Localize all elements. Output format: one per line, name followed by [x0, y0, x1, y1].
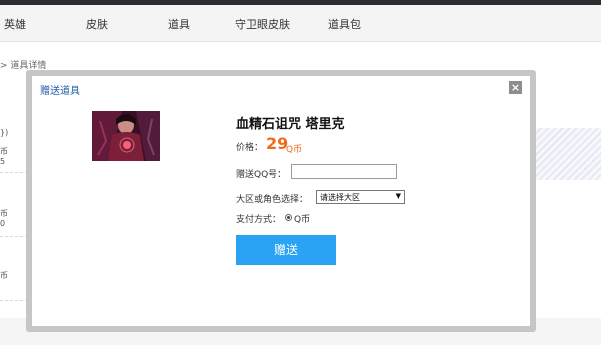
- price-value: 29: [266, 134, 289, 153]
- qq-label: 赠送QQ号：: [236, 170, 287, 180]
- item-portrait-art: [92, 111, 160, 161]
- bg-fragment: 币: [0, 271, 8, 280]
- radio-selected-icon[interactable]: [285, 214, 292, 221]
- top-nav: 英雄 皮肤 道具 守卫眼皮肤 道具包: [0, 5, 601, 42]
- chevron-down-icon: ▼: [395, 192, 401, 200]
- bg-fragment: }): [0, 128, 9, 137]
- qq-number-input[interactable]: [291, 164, 397, 179]
- bg-fragment: 币: [0, 147, 8, 156]
- close-icon[interactable]: ×: [509, 81, 522, 94]
- nav-item-bundles[interactable]: 道具包: [328, 16, 361, 32]
- price-unit: Q币: [286, 145, 303, 155]
- gift-button[interactable]: 赠送: [236, 235, 336, 265]
- gift-item-dialog: 赠送道具 × 血精石诅咒 塔里克 价格： 29 Q币 赠送QQ号： 大区或角色选…: [32, 76, 530, 326]
- dialog-title: 赠送道具: [40, 86, 80, 97]
- background-banner-art: [533, 128, 601, 180]
- item-image: [92, 111, 160, 161]
- bg-divider: [0, 236, 28, 237]
- bg-fragment: 5: [0, 157, 6, 166]
- nav-item-props[interactable]: 道具: [168, 16, 190, 32]
- nav-item-skins[interactable]: 皮肤: [86, 16, 108, 32]
- region-select[interactable]: 请选择大区 ▼: [316, 190, 405, 204]
- payment-option-label[interactable]: Q币: [294, 212, 310, 225]
- nav-item-ward-skins[interactable]: 守卫眼皮肤: [235, 16, 290, 32]
- region-selected-value: 请选择大区: [320, 193, 360, 202]
- bg-fragment: 币: [0, 209, 8, 218]
- region-label: 大区或角色选择：: [236, 195, 309, 205]
- bg-fragment: 0: [0, 219, 6, 228]
- payment-label: 支付方式：: [236, 215, 282, 225]
- bg-divider: [0, 172, 28, 173]
- nav-item-heroes[interactable]: 英雄: [4, 16, 26, 32]
- item-name: 血精石诅咒 塔里克: [236, 117, 345, 132]
- price-label: 价格：: [236, 143, 264, 153]
- bg-divider: [0, 300, 28, 301]
